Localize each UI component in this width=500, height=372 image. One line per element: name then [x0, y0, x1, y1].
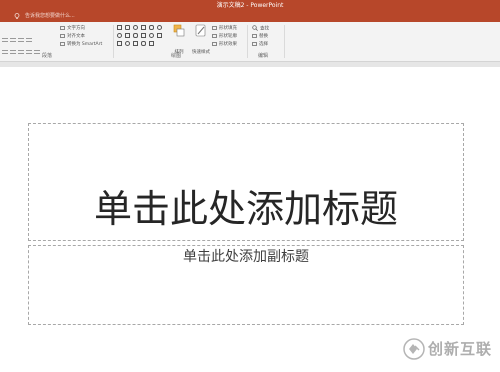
replace-button[interactable]: 替换: [252, 33, 268, 40]
quick-styles-icon: [195, 24, 206, 37]
paragraph-group-label: 段落: [42, 53, 53, 59]
title-placeholder-text: 单击此处添加标题: [93, 187, 398, 231]
drawing-group-label: 绘图: [171, 53, 182, 59]
smartart-button[interactable]: 转换为 SmartArt: [60, 41, 102, 48]
paint-bucket-icon: [212, 25, 217, 30]
search-icon: [252, 25, 258, 31]
quick-styles-button[interactable]: 快速样式: [191, 24, 211, 57]
lightbulb-icon: [14, 13, 20, 19]
align-text-icon: [60, 33, 65, 38]
group-divider: [284, 25, 285, 58]
watermark-logo-icon: [403, 338, 425, 360]
title-bar: 演示文稿2 - PowerPoint: [0, 0, 500, 11]
title-placeholder[interactable]: 单击此处添加标题: [28, 123, 464, 241]
shape-fill-button[interactable]: 形状填充: [212, 25, 237, 32]
effects-icon: [212, 41, 217, 46]
shape-fill-label: 形状填充: [219, 26, 237, 31]
shape-effects-button[interactable]: 形状效果: [212, 41, 237, 48]
watermark: 创新互联: [402, 337, 500, 361]
replace-icon: [252, 33, 257, 38]
subtitle-placeholder-text: 单击此处添加副标题: [183, 249, 309, 265]
shape-outline-label: 形状轮廓: [219, 34, 237, 39]
shapes-gallery[interactable]: [117, 25, 167, 49]
window-title: 演示文稿2 - PowerPoint: [216, 2, 284, 9]
cursor-icon: [252, 41, 257, 46]
tell-me-bar[interactable]: 告诉我您想要做什么...: [0, 11, 500, 22]
list-buttons[interactable]: [2, 27, 34, 42]
select-button[interactable]: 选择: [252, 41, 268, 48]
find-label: 查找: [260, 26, 269, 32]
text-direction-label: 文字方向: [67, 26, 85, 31]
tell-me-input[interactable]: 告诉我您想要做什么...: [25, 12, 75, 21]
smartart-label: 转换为 SmartArt: [67, 42, 103, 47]
replace-label: 替换: [259, 34, 268, 39]
quick-styles-label: 快速样式: [192, 50, 210, 55]
shape-outline-button[interactable]: 形状轮廓: [212, 33, 237, 40]
text-direction-icon: [60, 25, 65, 30]
watermark-text: 创新互联: [428, 340, 493, 358]
slide[interactable]: 单击此处添加标题 单击此处添加副标题: [0, 67, 500, 372]
shape-effects-label: 形状效果: [219, 42, 237, 47]
smartart-icon: [60, 41, 65, 46]
group-divider: [247, 25, 248, 58]
align-text-button[interactable]: 对齐文本: [60, 33, 85, 40]
pen-icon: [212, 33, 217, 38]
align-text-label: 对齐文本: [67, 34, 85, 39]
find-button[interactable]: 查找: [252, 25, 269, 33]
group-divider: [113, 25, 114, 58]
text-direction-button[interactable]: 文字方向: [60, 25, 85, 32]
subtitle-placeholder[interactable]: 单击此处添加副标题: [28, 245, 464, 325]
ribbon: 文字方向 对齐文本 转换为 SmartArt 段落 排列 快速样式 形状填充 形…: [0, 22, 500, 62]
align-buttons[interactable]: [2, 39, 42, 54]
editing-group-label: 编辑: [258, 53, 269, 59]
select-label: 选择: [259, 42, 268, 47]
arrange-icon: [173, 24, 185, 37]
